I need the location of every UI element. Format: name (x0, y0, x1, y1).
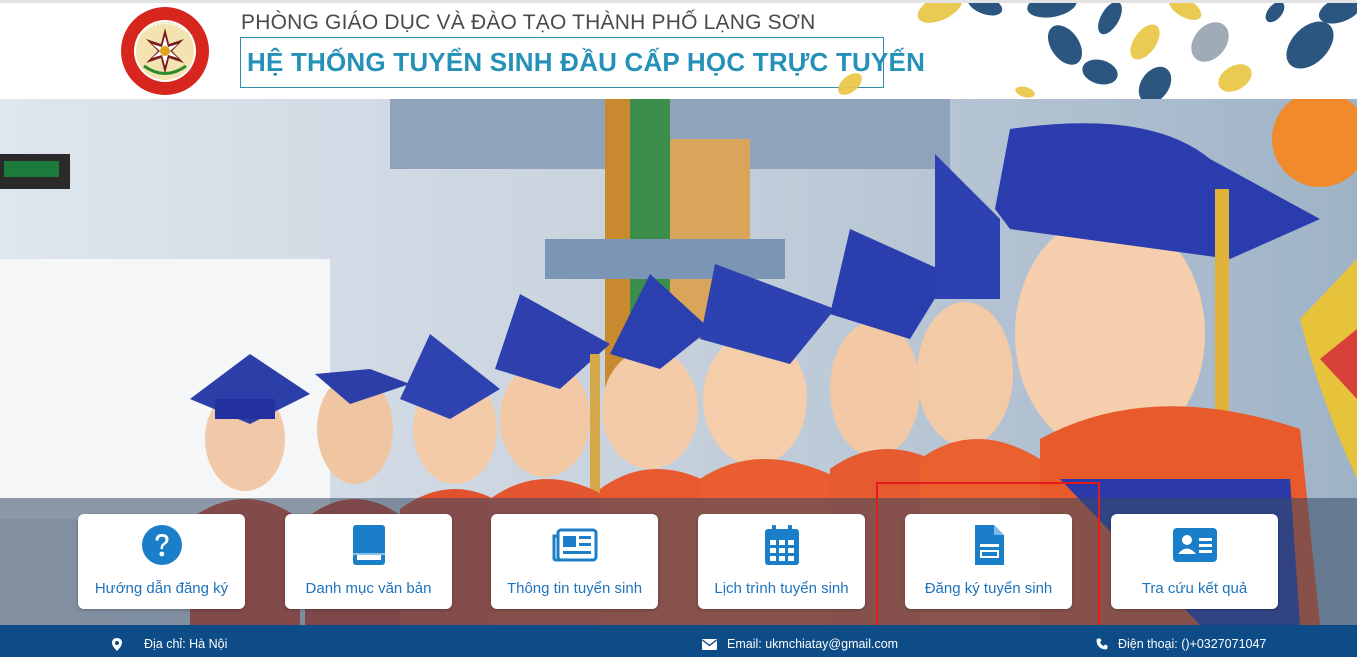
book-icon (285, 524, 452, 566)
footer-email-text: Email: ukmchiatay@gmail.com (727, 637, 899, 651)
id-card-icon (1111, 524, 1278, 566)
newspaper-icon (491, 524, 658, 566)
registration-form-icon (905, 524, 1072, 566)
org-name: PHÒNG GIÁO DỤC VÀ ĐÀO TẠO THÀNH PHỐ LẠNG… (241, 11, 816, 34)
question-circle-icon (78, 524, 245, 566)
site-header: PHÒNG GIÁO DỤC VÀ ĐÀO TẠO THÀNH PHỐ LẠNG… (0, 3, 1357, 99)
phone-icon (1096, 638, 1108, 650)
map-marker-icon (112, 637, 122, 651)
footer-address-text: Địa chỉ: Hà Nội (144, 637, 228, 651)
menu-card-admission-schedule[interactable]: Lịch trình tuyển sinh (698, 514, 865, 609)
menu-label: Đăng ký tuyển sinh (924, 580, 1053, 597)
menu-label: Thông tin tuyển sinh (506, 580, 643, 597)
menu-label: Tra cứu kết quả (1141, 580, 1248, 597)
quick-menu-bar: Hướng dẫn đăng ký Danh mục văn bản Thông… (0, 498, 1357, 625)
footer-email[interactable]: Email: ukmchiatay@gmail.com (702, 637, 898, 651)
menu-label: Hướng dẫn đăng ký (94, 580, 229, 597)
footer-phone[interactable]: Điện thoại: ()+0327071047 (1096, 637, 1266, 651)
menu-card-result-lookup[interactable]: Tra cứu kết quả (1111, 514, 1278, 609)
calendar-icon (698, 524, 865, 566)
menu-card-document-list[interactable]: Danh mục văn bản (285, 514, 452, 609)
footer-address: Địa chỉ: Hà Nội (112, 637, 227, 651)
footer-phone-text: Điện thoại: ()+0327071047 (1118, 637, 1267, 651)
system-title: HỆ THỐNG TUYỂN SINH ĐẦU CẤP HỌC TRỰC TUY… (240, 37, 925, 88)
menu-card-registration-guide[interactable]: Hướng dẫn đăng ký (78, 514, 245, 609)
menu-label: Lịch trình tuyển sinh (714, 580, 849, 597)
menu-card-admission-info[interactable]: Thông tin tuyển sinh (491, 514, 658, 609)
menu-card-admission-registration[interactable]: Đăng ký tuyển sinh (905, 514, 1072, 609)
menu-label: Danh mục văn bản (305, 580, 432, 597)
site-footer: Địa chỉ: Hà Nội Email: ukmchiatay@gmail.… (0, 625, 1357, 657)
envelope-icon (702, 638, 717, 650)
logo-seal-icon[interactable] (120, 6, 210, 96)
header-decoration-pattern (838, 3, 1357, 99)
